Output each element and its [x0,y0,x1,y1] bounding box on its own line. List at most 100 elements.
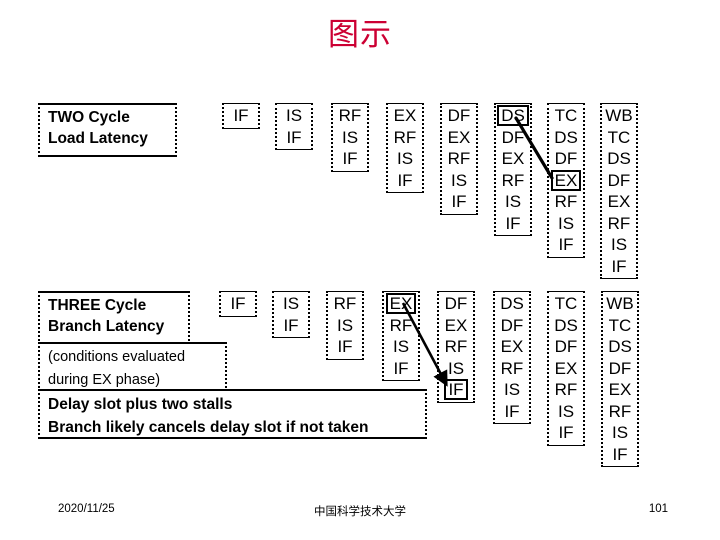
pipeline-stage-df: DF [549,336,583,358]
pipeline-stage-is: IS [384,336,418,358]
pipeline-stage-label: DF [447,106,471,125]
pipeline-stage-rf: RF [495,358,529,380]
pipeline-stage-label: IF [342,149,358,168]
pipeline-stage-ex: EX [602,191,636,213]
pipeline-stage-df: DF [496,127,530,149]
pipeline-stage-wb: WB [602,105,636,127]
pipeline-stage-ex: EX [496,148,530,170]
pipeline-stage-label: TC [607,127,631,147]
pipeline-stage-label: RF [501,170,525,190]
pipeline-stage-ex: EX [439,315,473,337]
pipeline-stage-label: WB [605,106,633,125]
pipeline-stage-rf: RF [442,148,476,170]
pipeline-stage-wb: WB [603,293,637,315]
callout-conditions-evaluated: (conditions evaluated during EX phase) [38,342,227,392]
pipeline-stage-df: DF [602,170,636,192]
pipeline-stage-label: IS [447,358,465,378]
pipeline-stage-label: IS [396,149,414,168]
pipeline-stage-label: RF [444,337,468,356]
pipeline-stage-if: IF [602,256,636,278]
pipeline-stage-is: IS [496,191,530,213]
pipeline-stage-label: IF [504,401,520,421]
pipeline-stage-ex: EX [603,379,637,401]
pipeline-stage-label: IF [558,235,574,254]
pipeline-column-4: EX RF IS IF [386,103,424,193]
pipeline-stage-if: IF [333,148,367,170]
pipeline-stage-label: IS [557,213,575,233]
pipeline-stage-label: DS [607,149,631,168]
callout-conditions-line1: (conditions evaluated [48,349,186,365]
pipeline-column-4: EX RF IS IF [382,291,420,381]
pipeline-column-3: RF IS IF [331,103,369,172]
pipeline-stage-label: IF [286,127,302,147]
pipeline-stage-tc: TC [603,315,637,337]
pipeline-stage-label: IS [504,192,522,211]
pipeline-stage-label: IS [557,401,575,421]
pipeline-stage-if: IF [496,213,530,235]
pipeline-stage-rf: RF [549,379,583,401]
pipeline-stage-label: IS [392,337,410,356]
pipeline-stage-label: RF [500,358,524,378]
pipeline-stage-rf: RF [333,105,367,127]
pipeline-stage-rf: RF [496,170,530,192]
pipeline-stage-is: IS [388,148,422,170]
pipeline-stage-tc: TC [549,293,583,315]
pipeline-column-2: IS IF [275,103,313,150]
pipeline-stage-tc: TC [549,105,583,127]
pipeline-stage-is: IS [603,422,637,444]
pipeline-stage-label: IF [337,337,353,356]
pipeline-stage-label: RF [333,294,357,313]
pipeline-stage-ex: EX [549,358,583,380]
pipeline-stage-label: DS [554,315,578,335]
pipeline-stage-label: RF [554,380,578,399]
pipeline-stage-label: EX [444,315,468,335]
callout-three-cycle-line2: Branch Latency [48,318,165,335]
pipeline-stage-label: IS [336,315,354,335]
pipeline-stage-rf: RF [602,213,636,235]
pipeline-column-8: WB TC DS DF EX RF IS IF [600,103,638,279]
pipeline-stage-if: IF [221,293,255,315]
pipeline-stage-label: DF [554,149,578,168]
pipeline-stage-label: EX [500,337,524,356]
pipeline-column-6: DS DF EX RF IS IF [493,291,531,424]
pipeline-stage-if-highlighted: IF [439,379,473,401]
callout-delay-slot-line2: Branch likely cancels delay slot if not … [48,419,369,436]
pipeline-stage-ex: EX [442,127,476,149]
pipeline-stage-label: DF [444,294,468,313]
pipeline-stage-label: DS [497,105,529,126]
pipeline-stage-label: IF [505,213,521,233]
pipeline-column-7: TC DS DF EX RF IS IF [547,103,585,258]
pipeline-column-8: WB TC DS DF EX RF IS IF [601,291,639,467]
pipeline-stage-rf: RF [384,315,418,337]
pipeline-stage-label: EX [607,192,631,211]
pipeline-stage-ds: DS [603,336,637,358]
pipeline-stage-if: IF [277,127,311,149]
pipeline-column-5: DF EX RF IS IF [437,291,475,403]
pipeline-stage-label: IS [282,294,300,313]
pipeline-stage-ex-highlighted: EX [384,293,418,315]
pipeline-stage-is: IS [495,379,529,401]
pipeline-stage-label: IF [233,106,249,125]
pipeline-stage-df: DF [442,105,476,127]
callout-two-cycle-line2: Load Latency [48,130,148,147]
pipeline-stage-label: IS [285,106,303,125]
pipeline-column-2: IS IF [272,291,310,338]
pipeline-stage-if: IF [442,191,476,213]
pipeline-stage-ds-highlighted: DS [496,105,530,127]
pipeline-stage-is: IS [439,358,473,380]
pipeline-stage-ds: DS [602,148,636,170]
pipeline-stage-if: IF [274,315,308,337]
pipeline-stage-label: EX [608,380,632,399]
pipeline-stage-if: IF [549,234,583,256]
callout-delay-slot-line1: Delay slot plus two stalls [48,396,233,413]
pipeline-stage-df: DF [495,315,529,337]
pipeline-stage-label: DS [500,294,524,313]
pipeline-stage-label: EX [550,169,582,191]
pipeline-stage-if: IF [384,358,418,380]
pipeline-stage-label: DF [500,315,524,335]
pipeline-stage-label: IF [611,256,627,276]
pipeline-stage-ds: DS [549,315,583,337]
pipeline-stage-label: DS [608,337,632,356]
pipeline-stage-label: TC [608,315,632,335]
pipeline-stage-if: IF [224,105,258,127]
